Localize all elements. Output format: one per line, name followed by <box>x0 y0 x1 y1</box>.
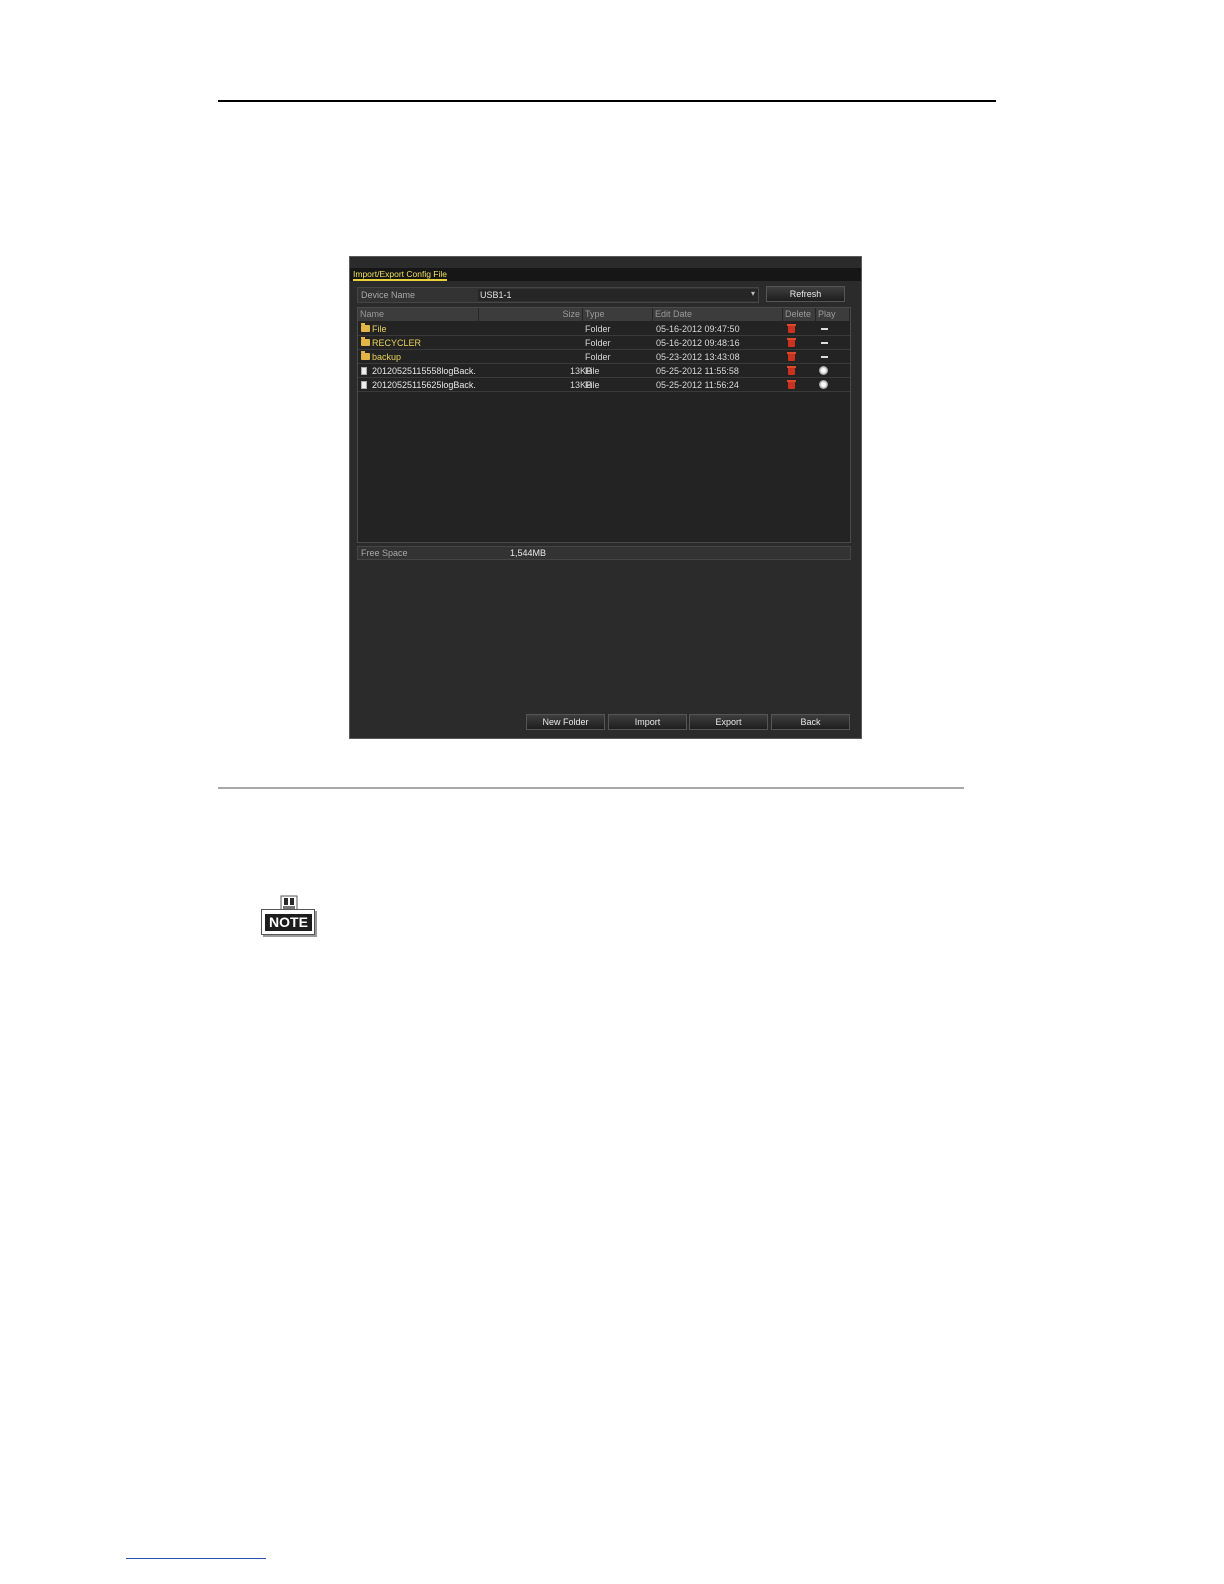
device-name-row: Device Name USB1-1 ▾ <box>357 287 759 303</box>
file-list-header: Name Size Type Edit Date Delete Play <box>358 308 850 321</box>
export-button[interactable]: Export <box>689 714 768 730</box>
import-button[interactable]: Import <box>608 714 687 730</box>
row-name: 20120525115558logBack. <box>372 366 476 376</box>
new-folder-button[interactable]: New Folder <box>526 714 605 730</box>
row-name: RECYCLER <box>372 338 422 348</box>
column-header-play: Play <box>816 308 850 321</box>
refresh-button[interactable]: Refresh <box>766 286 845 302</box>
table-row[interactable]: 20120525115625logBack. 13KB File 05-25-2… <box>358 378 850 392</box>
column-header-size[interactable]: Size <box>479 308 583 321</box>
file-icon <box>361 367 367 375</box>
note-badge: NOTE <box>261 895 315 941</box>
row-type: Folder <box>585 324 611 334</box>
row-date: 05-16-2012 09:47:50 <box>656 324 740 334</box>
dash-icon <box>821 342 828 344</box>
folder-icon <box>361 351 370 360</box>
play-icon[interactable] <box>819 366 828 375</box>
device-name-value: USB1-1 <box>480 290 512 300</box>
dash-icon <box>821 328 828 330</box>
free-space-label: Free Space <box>361 548 408 558</box>
row-date: 05-16-2012 09:48:16 <box>656 338 740 348</box>
row-type: File <box>585 380 600 390</box>
row-name: File <box>372 324 387 334</box>
footer-link-underline <box>126 1558 266 1559</box>
delete-icon[interactable] <box>787 352 796 361</box>
section-rule <box>218 787 964 789</box>
free-space-value: 1,544MB <box>510 548 547 558</box>
folder-icon <box>361 323 370 332</box>
note-card: NOTE <box>261 909 315 935</box>
column-header-delete: Delete <box>783 308 816 321</box>
delete-icon[interactable] <box>787 324 796 333</box>
dialog-title: Import/Export Config File <box>353 269 448 281</box>
delete-icon[interactable] <box>787 366 796 375</box>
note-label: NOTE <box>265 914 312 931</box>
play-icon[interactable] <box>819 380 828 389</box>
column-header-name[interactable]: Name <box>358 308 479 321</box>
row-date: 05-25-2012 11:56:24 <box>656 380 739 390</box>
header-rule <box>218 100 996 102</box>
column-header-date[interactable]: Edit Date <box>653 308 783 321</box>
table-row[interactable]: 20120525115558logBack. 13KB File 05-25-2… <box>358 364 850 378</box>
table-row[interactable]: File Folder 05-16-2012 09:47:50 <box>358 322 850 336</box>
table-row[interactable]: backup Folder 05-23-2012 13:43:08 <box>358 350 850 364</box>
file-icon <box>361 381 367 389</box>
row-date: 05-23-2012 13:43:08 <box>656 352 740 362</box>
row-type: Folder <box>585 338 611 348</box>
delete-icon[interactable] <box>787 380 796 389</box>
chevron-down-icon: ▾ <box>750 289 755 298</box>
file-list: Name Size Type Edit Date Delete Play Fil… <box>357 307 851 543</box>
row-type: File <box>585 366 600 376</box>
free-space-row: Free Space 1,544MB <box>357 546 851 560</box>
dash-icon <box>821 356 828 358</box>
row-name: 20120525115625logBack. <box>372 380 476 390</box>
row-type: Folder <box>585 352 611 362</box>
column-header-type[interactable]: Type <box>583 308 653 321</box>
dialog-titlebar: Import/Export Config File <box>350 268 861 281</box>
table-row[interactable]: RECYCLER Folder 05-16-2012 09:48:16 <box>358 336 850 350</box>
device-name-label: Device Name <box>361 290 416 300</box>
folder-icon <box>361 337 370 346</box>
back-button[interactable]: Back <box>771 714 850 730</box>
row-name: backup <box>372 352 402 362</box>
row-date: 05-25-2012 11:55:58 <box>656 366 739 376</box>
import-export-dialog: Import/Export Config File Device Name US… <box>349 256 862 739</box>
device-name-select[interactable]: USB1-1 ▾ <box>478 289 758 301</box>
delete-icon[interactable] <box>787 338 796 347</box>
